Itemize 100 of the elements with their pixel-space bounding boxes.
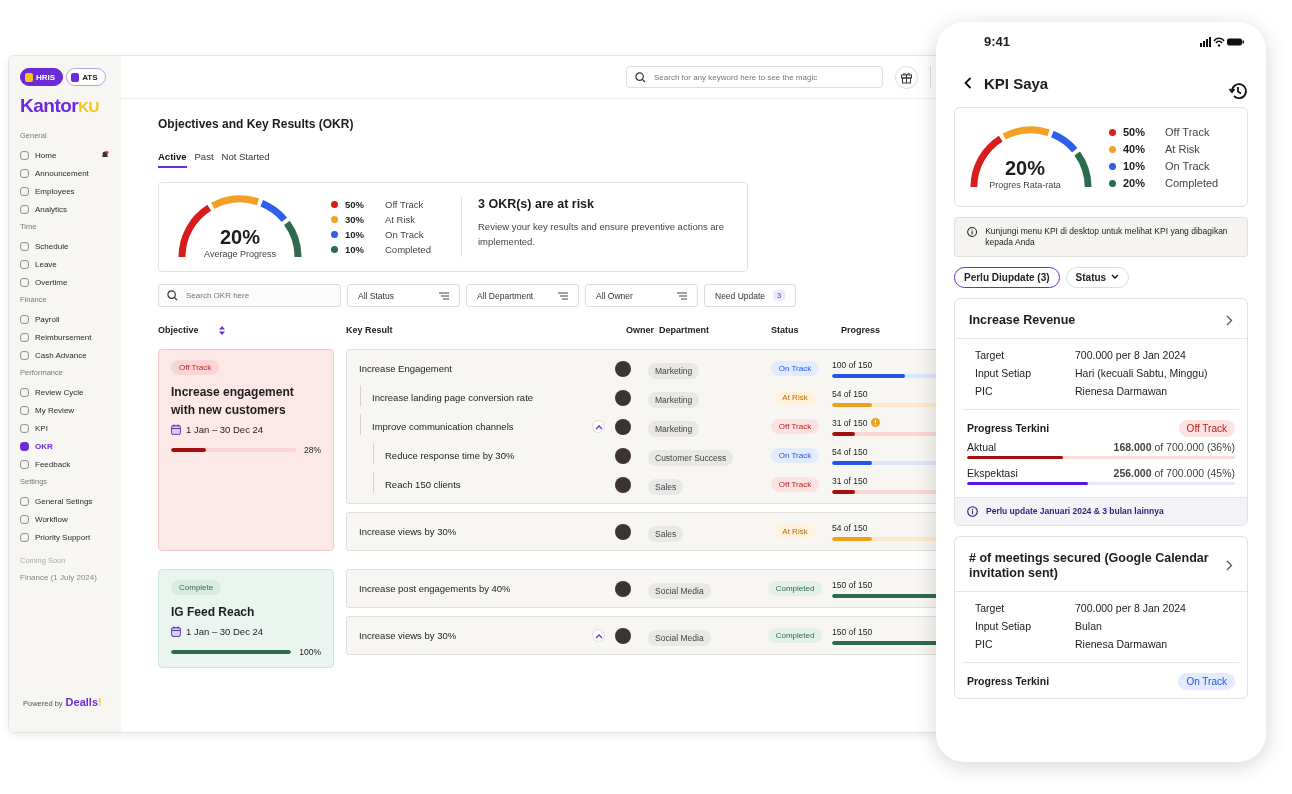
nav-item[interactable]: Analytics	[20, 204, 67, 214]
collapse-toggle[interactable]	[592, 420, 605, 433]
back-button[interactable]	[964, 77, 972, 89]
search-icon	[635, 71, 646, 83]
legend-value: 40%	[1123, 143, 1147, 156]
nav-item[interactable]: Review Cycle	[20, 387, 84, 397]
update-note: Perlu update Januari 2024 & 3 bulan lainnya	[986, 506, 1164, 517]
progress-title: Progress Terkini	[967, 422, 1050, 435]
progress-reading: 256.000 of 700.000 (45%)	[1113, 466, 1235, 479]
avatar	[615, 418, 631, 435]
filter-dropdown[interactable]: All Status	[347, 284, 460, 307]
search-field[interactable]: Search OKR here	[158, 284, 341, 307]
product-tab[interactable]: HRIS	[20, 68, 64, 86]
department-tag: Sales	[648, 525, 684, 542]
legend-label: At Risk	[1165, 143, 1201, 156]
rounded-square-icon	[20, 277, 29, 287]
rounded-square-icon	[20, 496, 29, 506]
field-label: PIC	[975, 637, 994, 650]
key-result-label: Reduce response time by 30%	[385, 450, 515, 461]
info-icon	[967, 225, 978, 238]
filter-lines-icon	[677, 291, 687, 300]
rounded-square-icon	[20, 459, 29, 469]
rounded-square-icon	[20, 186, 29, 196]
collapse-toggle[interactable]	[592, 629, 605, 642]
nav-item[interactable]: Announcement	[20, 168, 89, 178]
product-tab[interactable]: ATS	[66, 68, 106, 86]
progress-count: 31 of 150	[832, 475, 868, 486]
objective-card[interactable]: Complete IG Feed Reach 1 Jan – 30 Dec 24 100%	[158, 569, 334, 668]
legend-value: 10%	[345, 229, 365, 240]
rounded-square-icon	[20, 204, 29, 214]
rounded-square-icon	[20, 332, 29, 342]
field-label: Target	[975, 348, 1006, 361]
column-header: Progress	[841, 325, 882, 335]
key-result-label: Increase views by 30%	[359, 630, 457, 641]
search-field[interactable]: Search for any keyword here to see the magic	[626, 66, 883, 88]
nav-item[interactable]: Leave	[20, 259, 57, 269]
column-header: Department	[659, 325, 710, 335]
nav-item[interactable]: OKR	[20, 441, 53, 451]
rounded-square-icon	[20, 441, 29, 451]
rounded-square-icon	[20, 150, 29, 160]
status-badge: On Track	[770, 361, 820, 376]
key-result-label: Reach 150 clients	[385, 479, 461, 490]
nav-item[interactable]: Employees	[20, 186, 75, 196]
search-icon	[167, 290, 178, 301]
kpi-title: # of meetings secured (Google Calendar invitation sent)	[969, 550, 1209, 581]
status-icons-drawing	[1200, 36, 1244, 47]
field-value: 700.000 per 8 Jan 2024	[1075, 601, 1187, 614]
progress-label: Aktual	[967, 440, 997, 453]
status-badge: Off Track	[1178, 419, 1235, 437]
tab[interactable]: Active	[158, 151, 187, 168]
nav-item[interactable]: Reimbursement	[20, 332, 92, 342]
filter-dropdown[interactable]: All Department	[466, 284, 579, 307]
nav-item[interactable]: Schedule	[20, 241, 69, 251]
filter-chip[interactable]: Perlu Diupdate (3)	[954, 266, 1060, 288]
nav-item[interactable]: My Review	[20, 405, 75, 415]
nav-item[interactable]: Overtime	[20, 277, 68, 287]
avatar	[615, 580, 631, 597]
status-badge: Completed	[767, 628, 823, 643]
history-icon	[1228, 81, 1248, 101]
avatar	[615, 523, 631, 540]
status-badge: Completed	[767, 581, 823, 596]
risk-text: Review your key results and ensure preventive actions are implemented.	[478, 220, 726, 250]
status-badge: Off Track	[770, 419, 820, 434]
department-tag: Social Media	[648, 582, 711, 599]
progress-reading: 168.000 of 700.000 (36%)	[1113, 440, 1235, 453]
status-badge: At Risk	[774, 524, 816, 539]
department-tag: Sales	[648, 478, 684, 495]
objective-card[interactable]: Off Track Increase engagement with new customers 1 Jan – 30 Dec 24 28%	[158, 349, 334, 551]
gauge-value: 20%	[1005, 156, 1045, 180]
gift-button[interactable]	[895, 65, 918, 89]
tab[interactable]: Past	[194, 151, 214, 168]
nav-item[interactable]: Feedback	[20, 459, 71, 469]
field-value: Rienesa Darmawan	[1075, 637, 1169, 650]
logo-accent-text: KU	[78, 98, 99, 115]
rounded-square-icon	[20, 532, 29, 542]
history-button[interactable]	[1228, 81, 1248, 101]
nav-item[interactable]: Cash Advance	[20, 350, 87, 360]
page-title: Objectives and Key Results (OKR)	[158, 117, 355, 131]
nav-item[interactable]: Priority Support	[20, 532, 91, 542]
status-badge: Off Track	[171, 360, 220, 375]
filter-lines-icon	[558, 291, 568, 300]
nav-item[interactable]: Home	[20, 150, 57, 160]
rounded-square-icon	[20, 423, 29, 433]
status-badge: At Risk	[774, 390, 816, 405]
kpi-card[interactable]	[954, 297, 1248, 526]
field-value: Bulan	[1075, 619, 1103, 632]
kpi-card[interactable]: # of meetings secured (Google Calendar invitation sent) Target 700.000 per 8 Jan 2024 Input Setiap Bulan PIC Rienesa Darmawan Progress Terkini On Track	[954, 535, 1248, 699]
filter-chip[interactable]: Status	[1065, 266, 1130, 288]
nav-item[interactable]: General Setings	[20, 496, 93, 506]
tab[interactable]: Not Started	[221, 151, 270, 168]
nav-item[interactable]: KPI	[20, 423, 48, 433]
chevron-right-icon	[1226, 314, 1233, 326]
nav-item[interactable]: Workflow	[20, 514, 68, 524]
gauge-value: 20%	[220, 226, 260, 250]
status-time: 9:41	[984, 34, 1011, 49]
progress-percent: 28%	[304, 445, 321, 455]
filter-dropdown[interactable]: All Owner	[585, 284, 698, 307]
nav-item[interactable]: Payroll	[20, 314, 60, 324]
key-result-label: Increase post engagements by 40%	[359, 583, 511, 594]
legend-label: On Track	[385, 229, 425, 240]
